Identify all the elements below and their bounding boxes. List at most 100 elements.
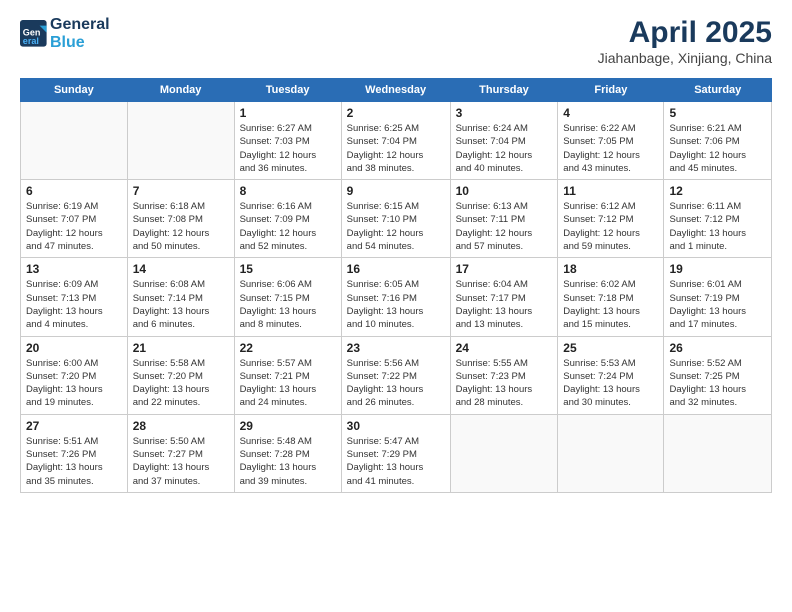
calendar-cell: 27 Sunrise: 5:51 AM Sunset: 7:26 PM Dayli… [21,414,128,492]
day-info: Sunrise: 6:15 AM Sunset: 7:10 PM Dayligh… [347,200,445,253]
day-info: Sunrise: 5:55 AM Sunset: 7:23 PM Dayligh… [456,357,553,410]
day-info: Sunrise: 6:06 AM Sunset: 7:15 PM Dayligh… [240,278,336,331]
logo-name-line1: General [50,16,110,34]
calendar-cell: 1 Sunrise: 6:27 AM Sunset: 7:03 PM Daylig… [234,102,341,180]
calendar-cell: 16Sunrise: 6:05 AM Sunset: 7:16 PM Dayli… [341,258,450,336]
calendar-cell: 10 Sunrise: 6:13 AM Sunset: 7:11 PM Dayli… [450,180,558,258]
calendar-cell: 26Sunrise: 5:52 AM Sunset: 7:25 PM Dayli… [664,336,772,414]
calendar-cell: 29 Sunrise: 5:48 AM Sunset: 7:28 PM Dayli… [234,414,341,492]
calendar-cell: 13 Sunrise: 6:09 AM Sunset: 7:13 PM Dayli… [21,258,128,336]
calendar-week-row: 6 Sunrise: 6:19 AM Sunset: 7:07 PM Daylig… [21,180,772,258]
calendar-cell: 9 Sunrise: 6:15 AM Sunset: 7:10 PM Daylig… [341,180,450,258]
day-number: 27 [26,419,122,433]
calendar-cell [127,102,234,180]
location-subtitle: Jiahanbage, Xinjiang, China [598,50,772,66]
calendar-cell: 24 Sunrise: 5:55 AM Sunset: 7:23 PM Dayli… [450,336,558,414]
day-number: 19 [669,262,766,276]
day-info: Sunrise: 5:51 AM Sunset: 7:26 PM Dayligh… [26,435,122,488]
calendar-cell: 6 Sunrise: 6:19 AM Sunset: 7:07 PM Daylig… [21,180,128,258]
day-info: Sunrise: 6:08 AM Sunset: 7:14 PM Dayligh… [133,278,229,331]
calendar-cell: 15Sunrise: 6:06 AM Sunset: 7:15 PM Dayli… [234,258,341,336]
day-number: 3 [456,106,553,120]
calendar-cell [664,414,772,492]
day-info: Sunrise: 6:12 AM Sunset: 7:12 PM Dayligh… [563,200,658,253]
day-info: Sunrise: 5:57 AM Sunset: 7:21 PM Dayligh… [240,357,336,410]
day-number: 23 [347,341,445,355]
calendar-cell: 22 Sunrise: 5:57 AM Sunset: 7:21 PM Dayli… [234,336,341,414]
calendar-cell: 21 Sunrise: 5:58 AM Sunset: 7:20 PM Dayli… [127,336,234,414]
weekday-header-monday: Monday [127,79,234,102]
day-info: Sunrise: 5:47 AM Sunset: 7:29 PM Dayligh… [347,435,445,488]
day-number: 8 [240,184,336,198]
calendar-cell: 2 Sunrise: 6:25 AM Sunset: 7:04 PM Daylig… [341,102,450,180]
day-number: 24 [456,341,553,355]
calendar-cell: 3 Sunrise: 6:24 AM Sunset: 7:04 PM Daylig… [450,102,558,180]
day-number: 6 [26,184,122,198]
day-number: 10 [456,184,553,198]
weekday-header-friday: Friday [558,79,664,102]
svg-text:eral: eral [23,35,39,45]
day-info: Sunrise: 6:13 AM Sunset: 7:11 PM Dayligh… [456,200,553,253]
weekday-header-saturday: Saturday [664,79,772,102]
page: Gen eral General Blue April 2025 Jiahanb… [0,0,792,612]
day-number: 5 [669,106,766,120]
calendar-week-row: 20 Sunrise: 6:00 AM Sunset: 7:20 PM Dayli… [21,336,772,414]
day-info: Sunrise: 6:22 AM Sunset: 7:05 PM Dayligh… [563,122,658,175]
day-number: 21 [133,341,229,355]
day-info: Sunrise: 5:50 AM Sunset: 7:27 PM Dayligh… [133,435,229,488]
day-number: 25 [563,341,658,355]
calendar-cell: 14Sunrise: 6:08 AM Sunset: 7:14 PM Dayli… [127,258,234,336]
calendar-cell: 23 Sunrise: 5:56 AM Sunset: 7:22 PM Dayli… [341,336,450,414]
calendar-cell: 20 Sunrise: 6:00 AM Sunset: 7:20 PM Dayli… [21,336,128,414]
calendar-cell: 11Sunrise: 6:12 AM Sunset: 7:12 PM Dayli… [558,180,664,258]
day-number: 28 [133,419,229,433]
day-info: Sunrise: 5:53 AM Sunset: 7:24 PM Dayligh… [563,357,658,410]
logo-name-line2: Blue [50,34,110,52]
day-info: Sunrise: 5:58 AM Sunset: 7:20 PM Dayligh… [133,357,229,410]
day-info: Sunrise: 6:25 AM Sunset: 7:04 PM Dayligh… [347,122,445,175]
day-info: Sunrise: 6:09 AM Sunset: 7:13 PM Dayligh… [26,278,122,331]
calendar-cell: 19 Sunrise: 6:01 AM Sunset: 7:19 PM Dayli… [664,258,772,336]
calendar-cell: 7Sunrise: 6:18 AM Sunset: 7:08 PM Daylig… [127,180,234,258]
day-number: 7 [133,184,229,198]
day-info: Sunrise: 6:19 AM Sunset: 7:07 PM Dayligh… [26,200,122,253]
day-info: Sunrise: 6:21 AM Sunset: 7:06 PM Dayligh… [669,122,766,175]
day-number: 4 [563,106,658,120]
calendar-cell: 5 Sunrise: 6:21 AM Sunset: 7:06 PM Daylig… [664,102,772,180]
day-number: 12 [669,184,766,198]
day-number: 2 [347,106,445,120]
day-info: Sunrise: 6:02 AM Sunset: 7:18 PM Dayligh… [563,278,658,331]
day-number: 22 [240,341,336,355]
day-number: 9 [347,184,445,198]
day-info: Sunrise: 6:24 AM Sunset: 7:04 PM Dayligh… [456,122,553,175]
day-info: Sunrise: 6:00 AM Sunset: 7:20 PM Dayligh… [26,357,122,410]
day-info: Sunrise: 6:11 AM Sunset: 7:12 PM Dayligh… [669,200,766,253]
day-info: Sunrise: 5:48 AM Sunset: 7:28 PM Dayligh… [240,435,336,488]
day-info: Sunrise: 6:27 AM Sunset: 7:03 PM Dayligh… [240,122,336,175]
day-number: 17 [456,262,553,276]
day-number: 20 [26,341,122,355]
logo-icon: Gen eral [20,20,48,48]
day-info: Sunrise: 5:52 AM Sunset: 7:25 PM Dayligh… [669,357,766,410]
day-info: Sunrise: 6:16 AM Sunset: 7:09 PM Dayligh… [240,200,336,253]
weekday-header-sunday: Sunday [21,79,128,102]
day-number: 1 [240,106,336,120]
weekday-header-wednesday: Wednesday [341,79,450,102]
calendar-cell: 4 Sunrise: 6:22 AM Sunset: 7:05 PM Daylig… [558,102,664,180]
weekday-header-thursday: Thursday [450,79,558,102]
calendar-week-row: 27 Sunrise: 5:51 AM Sunset: 7:26 PM Dayli… [21,414,772,492]
day-info: Sunrise: 6:01 AM Sunset: 7:19 PM Dayligh… [669,278,766,331]
calendar-cell [450,414,558,492]
day-number: 29 [240,419,336,433]
calendar-cell: 18Sunrise: 6:02 AM Sunset: 7:18 PM Dayli… [558,258,664,336]
day-number: 30 [347,419,445,433]
calendar-table: SundayMondayTuesdayWednesdayThursdayFrid… [20,78,772,493]
weekday-header-tuesday: Tuesday [234,79,341,102]
header: Gen eral General Blue April 2025 Jiahanb… [20,16,772,66]
calendar-week-row: 1 Sunrise: 6:27 AM Sunset: 7:03 PM Daylig… [21,102,772,180]
day-info: Sunrise: 5:56 AM Sunset: 7:22 PM Dayligh… [347,357,445,410]
calendar-cell: 17Sunrise: 6:04 AM Sunset: 7:17 PM Dayli… [450,258,558,336]
day-number: 13 [26,262,122,276]
day-info: Sunrise: 6:05 AM Sunset: 7:16 PM Dayligh… [347,278,445,331]
calendar-cell: 12 Sunrise: 6:11 AM Sunset: 7:12 PM Dayli… [664,180,772,258]
